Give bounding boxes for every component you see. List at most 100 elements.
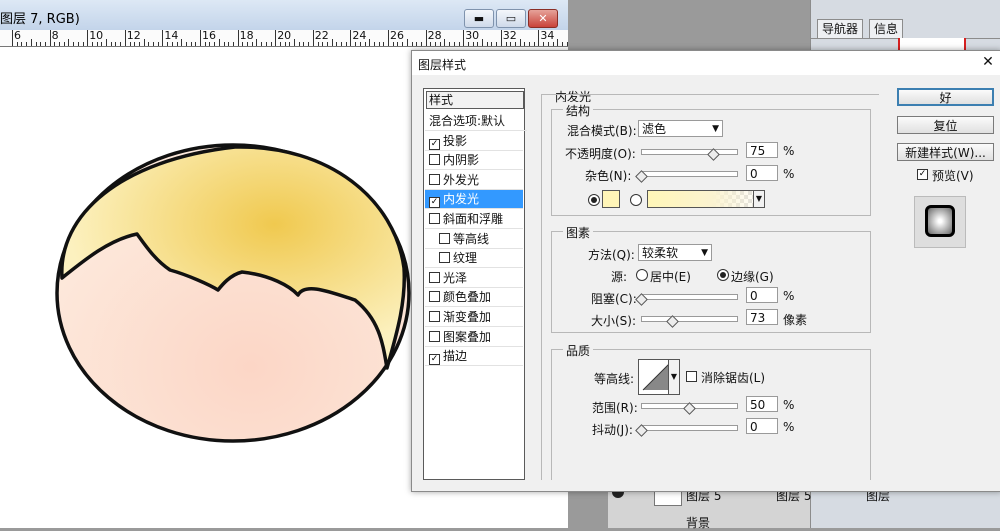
style-item-label: 投影 <box>443 133 468 148</box>
ruler-tick <box>392 42 394 46</box>
source-edge-radio[interactable] <box>717 269 729 281</box>
jitter-input[interactable]: 0 <box>746 418 778 434</box>
gradient-radio[interactable] <box>630 194 642 206</box>
ruler-tick <box>261 42 263 46</box>
minimize-button[interactable]: ▬ <box>464 9 494 28</box>
style-item[interactable]: 纹理 <box>425 249 523 269</box>
unchecked-box-icon[interactable] <box>429 213 440 224</box>
gradient-picker[interactable] <box>647 190 765 208</box>
preview-checkbox[interactable]: ✓ <box>917 169 928 180</box>
style-item[interactable]: 颜色叠加 <box>425 288 523 308</box>
unchecked-box-icon[interactable] <box>429 271 440 283</box>
opacity-slider[interactable] <box>641 149 738 155</box>
noise-slider[interactable] <box>641 171 738 177</box>
close-button[interactable]: ✕ <box>528 9 558 28</box>
gradient-dropdown-icon[interactable]: ▼ <box>753 190 765 208</box>
style-item[interactable]: 渐变叠加 <box>425 308 523 327</box>
ruler-tick <box>275 30 277 46</box>
preview-label[interactable]: 预览(V) <box>932 167 974 184</box>
source-center-radio[interactable] <box>636 269 648 281</box>
ruler-tick <box>124 30 126 46</box>
style-item[interactable]: 等高线 <box>425 230 523 249</box>
reset-button[interactable]: 复位 <box>897 116 994 134</box>
ruler-tick <box>214 42 216 46</box>
style-preview <box>914 196 966 248</box>
style-item[interactable]: 图案叠加 <box>425 328 523 347</box>
blend-mode-select[interactable]: 滤色 ▼ <box>638 120 723 137</box>
layer-name[interactable]: 背景 <box>686 514 710 531</box>
ruler-tick <box>533 42 535 46</box>
document-titlebar[interactable]: 图层 7, RGB) ▬ ▭ ✕ <box>0 0 568 31</box>
ruler-label: 22 <box>314 30 329 42</box>
ruler-label: 8 <box>51 30 59 42</box>
style-item[interactable]: 外发光 <box>425 171 523 190</box>
ruler-tick <box>397 42 399 46</box>
checked-box-icon[interactable]: ✓ <box>429 354 440 366</box>
ruler-tick <box>185 42 187 46</box>
size-slider[interactable] <box>641 316 738 322</box>
style-item[interactable]: ✓ 投影 <box>425 132 523 151</box>
style-item[interactable]: 斜面和浮雕 <box>425 210 523 229</box>
ruler-tick <box>157 42 159 46</box>
range-input[interactable]: 50 <box>746 396 778 412</box>
source-center-label[interactable]: 居中(E) <box>650 268 691 285</box>
restore-button[interactable]: ▭ <box>496 9 526 28</box>
tab-navigator[interactable]: 导航器 <box>817 19 864 38</box>
glow-color-swatch[interactable] <box>602 190 620 208</box>
ruler-tick <box>341 42 342 46</box>
noise-input[interactable]: 0 <box>746 165 778 181</box>
size-input[interactable]: 73 <box>746 309 778 325</box>
style-item[interactable]: 光泽 <box>425 269 523 288</box>
dialog-close-icon[interactable]: ✕ <box>978 53 998 71</box>
source-edge-label[interactable]: 边缘(G) <box>731 268 774 285</box>
ruler-tick <box>153 42 154 46</box>
ruler-tick <box>430 42 432 46</box>
ruler-label: 12 <box>126 30 141 42</box>
style-item[interactable]: 内阴影 <box>425 151 523 171</box>
style-item-label: 图案叠加 <box>443 329 492 344</box>
unchecked-box-icon[interactable] <box>429 291 440 303</box>
styles-header[interactable]: 样式 <box>426 91 524 109</box>
checked-box-icon[interactable]: ✓ <box>429 197 440 209</box>
choke-slider[interactable] <box>641 294 738 300</box>
ruler-tick <box>496 42 498 46</box>
contour-dropdown-icon[interactable]: ▼ <box>668 359 680 395</box>
size-label: 大小(S): <box>591 314 637 328</box>
ruler-tick <box>171 42 173 46</box>
ruler-tick <box>505 42 507 46</box>
dialog-titlebar[interactable] <box>412 51 1000 75</box>
unchecked-box-icon[interactable] <box>429 311 440 322</box>
style-item[interactable]: 混合选项:默认 <box>425 112 527 131</box>
preview-swatch <box>925 205 955 237</box>
ruler-label: 26 <box>390 30 404 42</box>
choke-input[interactable]: 0 <box>746 287 778 303</box>
checked-box-icon[interactable]: ✓ <box>429 138 440 150</box>
ruler-tick <box>359 42 361 46</box>
unchecked-box-icon[interactable] <box>439 252 450 264</box>
ruler-tick <box>369 39 371 46</box>
ruler-label: 30 <box>465 30 480 42</box>
opacity-input[interactable]: 75 <box>746 142 778 158</box>
ruler-tick <box>223 42 225 46</box>
unchecked-box-icon[interactable] <box>429 154 440 166</box>
antialias-checkbox[interactable] <box>686 371 697 382</box>
new-style-button[interactable]: 新建样式(W)... <box>897 143 994 161</box>
ruler-tick <box>510 42 512 46</box>
ruler-tick <box>30 39 32 46</box>
tab-info[interactable]: 信息 <box>869 19 904 38</box>
solid-color-radio[interactable] <box>588 194 600 206</box>
unchecked-box-icon[interactable] <box>429 173 440 185</box>
antialias-label[interactable]: 消除锯齿(L) <box>701 369 765 386</box>
ruler-tick <box>411 42 413 46</box>
ruler-tick <box>16 42 18 46</box>
technique-select[interactable]: 较柔软 ▼ <box>638 244 712 261</box>
ruler-tick <box>232 42 234 46</box>
opacity-label: 不透明度(O): <box>565 147 636 161</box>
unchecked-box-icon[interactable] <box>429 330 440 342</box>
jitter-slider[interactable] <box>641 425 738 431</box>
document-title: 图层 7, RGB) <box>0 12 80 27</box>
style-item[interactable]: ✓ 描边 <box>425 347 523 367</box>
style-item[interactable]: ✓ 内发光 <box>425 190 523 210</box>
unchecked-box-icon[interactable] <box>439 232 450 244</box>
ok-button[interactable]: 好 <box>897 88 994 106</box>
